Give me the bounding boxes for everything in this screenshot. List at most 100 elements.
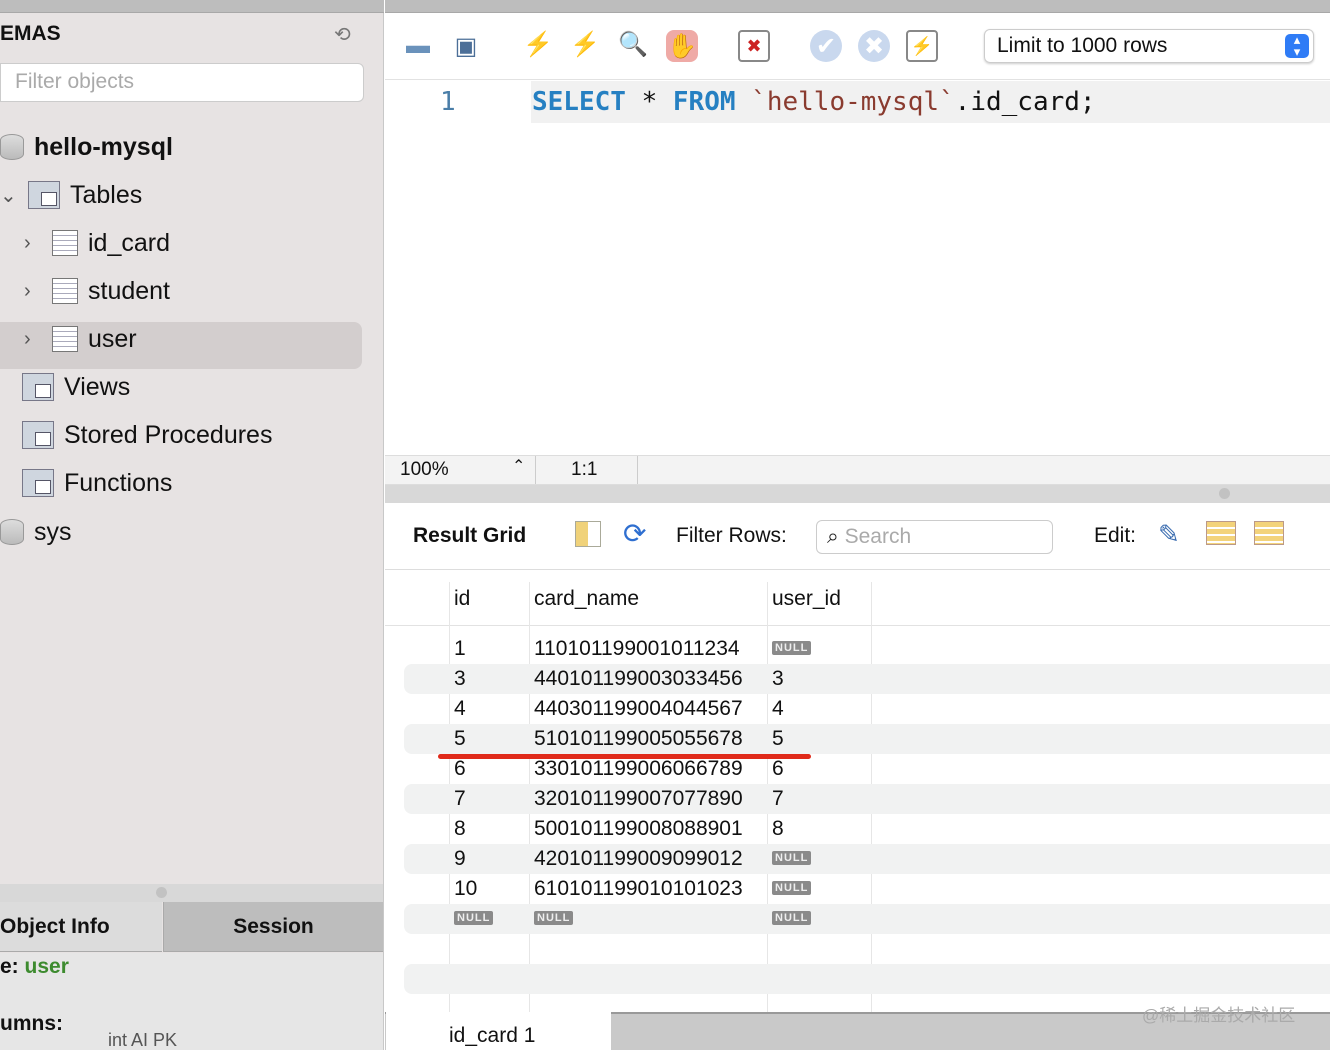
table-cell[interactable]: 1 — [454, 637, 466, 661]
limit-rows-select[interactable]: Limit to 1000 rows ▴ ▾ — [984, 29, 1314, 63]
table-row[interactable]: 8 500101199008088901 8 — [404, 814, 1330, 844]
table-row[interactable]: 7 320101199007077890 7 — [404, 784, 1330, 814]
views-label: Views — [64, 372, 131, 401]
tab-label: Session — [233, 914, 314, 938]
sidebar-splitter[interactable] — [0, 884, 383, 902]
table-cell[interactable]: NULL — [772, 851, 812, 865]
table-cell[interactable]: 110101199001011234 — [534, 637, 740, 661]
filter-rows-label: Filter Rows: — [676, 524, 787, 547]
table-cell[interactable]: 3 — [772, 667, 784, 691]
table-row[interactable]: 1 110101199001011234 NULL — [404, 634, 1330, 664]
tree-stored-procedures[interactable]: Stored Procedures — [22, 412, 272, 458]
table-row[interactable]: 4 440301199004044567 4 — [404, 694, 1330, 724]
table-row[interactable]: 5 510101199005055678 5 — [404, 724, 1330, 754]
table-cell[interactable]: 6 — [772, 757, 784, 781]
watermark: @稀土掘金技术社区 — [1142, 1006, 1296, 1025]
table-cell[interactable]: 8 — [454, 817, 466, 841]
info-columns-label: umns: — [0, 1012, 63, 1035]
table-row[interactable]: 3 440101199003033456 3 — [404, 664, 1330, 694]
column-header-user-id[interactable]: user_id — [772, 587, 841, 611]
table-cell[interactable]: 5 — [454, 727, 466, 751]
table-cell[interactable]: 330101199006066789 — [534, 757, 743, 781]
explain-icon[interactable]: 🔍 — [617, 28, 649, 60]
tree-views[interactable]: Views — [22, 364, 130, 410]
rollback-icon[interactable]: ✖ — [858, 30, 890, 62]
table-cell[interactable]: NULL — [772, 881, 812, 895]
table-row[interactable]: 9 420101199009099012 NULL — [404, 844, 1330, 874]
table-row[interactable]: NULL NULL NULL — [404, 904, 1330, 934]
search-placeholder: Search — [844, 525, 912, 548]
editor-results-splitter[interactable] — [385, 485, 1330, 503]
search-icon: ⌕ — [827, 525, 839, 548]
schema-sys[interactable]: sys — [0, 509, 72, 555]
delete-row-icon[interactable] — [1254, 521, 1284, 545]
sql-editor[interactable]: 1 SELECT * FROM `hello-mysql`.id_card; — [385, 81, 1330, 455]
tab-session[interactable]: Session — [163, 902, 383, 952]
open-folder-icon[interactable]: ▬ — [402, 30, 434, 62]
column-header-id[interactable]: id — [454, 587, 470, 611]
tab-object-info[interactable]: Object Info — [0, 902, 162, 952]
table-cell[interactable]: 440301199004044567 — [534, 697, 743, 721]
folder-icon — [28, 181, 60, 209]
stop-icon[interactable]: ✋ — [666, 30, 698, 62]
grid-layout-icon[interactable] — [575, 521, 601, 547]
tree-table-student[interactable]: › student — [24, 268, 170, 314]
edit-row-icon[interactable]: ✎ — [1158, 519, 1180, 550]
chevron-down-icon[interactable]: ⌄ — [0, 183, 18, 208]
table-cell[interactable]: 510101199005055678 — [534, 727, 743, 751]
table-icon — [52, 326, 78, 352]
add-row-icon[interactable] — [1206, 521, 1236, 545]
procedures-label: Stored Procedures — [64, 420, 273, 449]
tree-tables[interactable]: ⌄ Tables — [0, 172, 142, 218]
schema-hello-mysql[interactable]: hello-mysql — [0, 124, 173, 170]
refresh-icon[interactable]: ⟳ — [623, 517, 646, 550]
tree-table-user[interactable]: › user — [24, 316, 137, 362]
chevron-right-icon[interactable]: › — [24, 232, 42, 255]
tab-label: id_card 1 — [449, 1024, 536, 1047]
table-cell[interactable]: 8 — [772, 817, 784, 841]
table-cell[interactable]: NULL — [772, 911, 812, 925]
chevron-right-icon[interactable]: › — [24, 280, 42, 303]
table-cell[interactable]: 10 — [454, 877, 477, 901]
tree-functions[interactable]: Functions — [22, 460, 172, 506]
filter-objects-input[interactable]: Filter objects — [0, 63, 364, 102]
table-cell[interactable]: 610101199010101023 — [534, 877, 743, 901]
table-cell[interactable]: 420101199009099012 — [534, 847, 743, 871]
table-cell[interactable]: 7 — [772, 787, 784, 811]
table-cell[interactable]: 440101199003033456 — [534, 667, 743, 691]
edit-label: Edit: — [1094, 524, 1137, 547]
table-cell[interactable]: 7 — [454, 787, 466, 811]
table-cell[interactable]: NULL — [534, 911, 574, 925]
table-cell[interactable]: 500101199008088901 — [534, 817, 743, 841]
table-label: user — [88, 324, 137, 353]
table-cell[interactable]: 9 — [454, 847, 466, 871]
table-cell[interactable]: 5 — [772, 727, 784, 751]
cursor-position: 1:1 — [571, 459, 598, 480]
result-tab-id-card[interactable]: id_card 1 — [386, 1012, 611, 1050]
zoom-level[interactable]: 100% — [400, 459, 449, 481]
table-cell[interactable]: 6 — [454, 757, 466, 781]
execute-current-icon[interactable]: ⚡ — [569, 28, 601, 60]
table-row[interactable]: 10 610101199010101023 NULL — [404, 874, 1330, 904]
stop-on-error-icon[interactable]: ✖ — [738, 30, 770, 62]
sql-line: SELECT * FROM `hello-mysql`.id_card; — [532, 87, 1096, 117]
commit-icon[interactable]: ✔ — [810, 30, 842, 62]
table-cell[interactable]: 3 — [454, 667, 466, 691]
table-cell[interactable]: 320101199007077890 — [534, 787, 743, 811]
autocommit-icon[interactable]: ⚡ — [906, 30, 938, 62]
sidebar-top-strip — [0, 0, 384, 13]
table-cell[interactable]: 4 — [454, 697, 466, 721]
result-search-input[interactable]: ⌕ Search — [816, 520, 1053, 554]
tree-table-id-card[interactable]: › id_card — [24, 220, 170, 266]
column-header-card-name[interactable]: card_name — [534, 587, 639, 611]
refresh-icon[interactable]: ⟲ — [334, 22, 351, 47]
table-cell[interactable]: NULL — [772, 641, 812, 655]
table-cell[interactable]: NULL — [454, 911, 494, 925]
zoom-stepper-icon[interactable]: ⌃ — [512, 456, 525, 476]
table-cell[interactable]: 4 — [772, 697, 784, 721]
chevron-right-icon[interactable]: › — [24, 328, 42, 351]
save-icon[interactable]: ▣ — [450, 30, 482, 62]
folder-icon — [22, 469, 54, 497]
execute-lightning-icon[interactable]: ⚡ — [522, 28, 554, 60]
empty-row — [404, 964, 1330, 994]
